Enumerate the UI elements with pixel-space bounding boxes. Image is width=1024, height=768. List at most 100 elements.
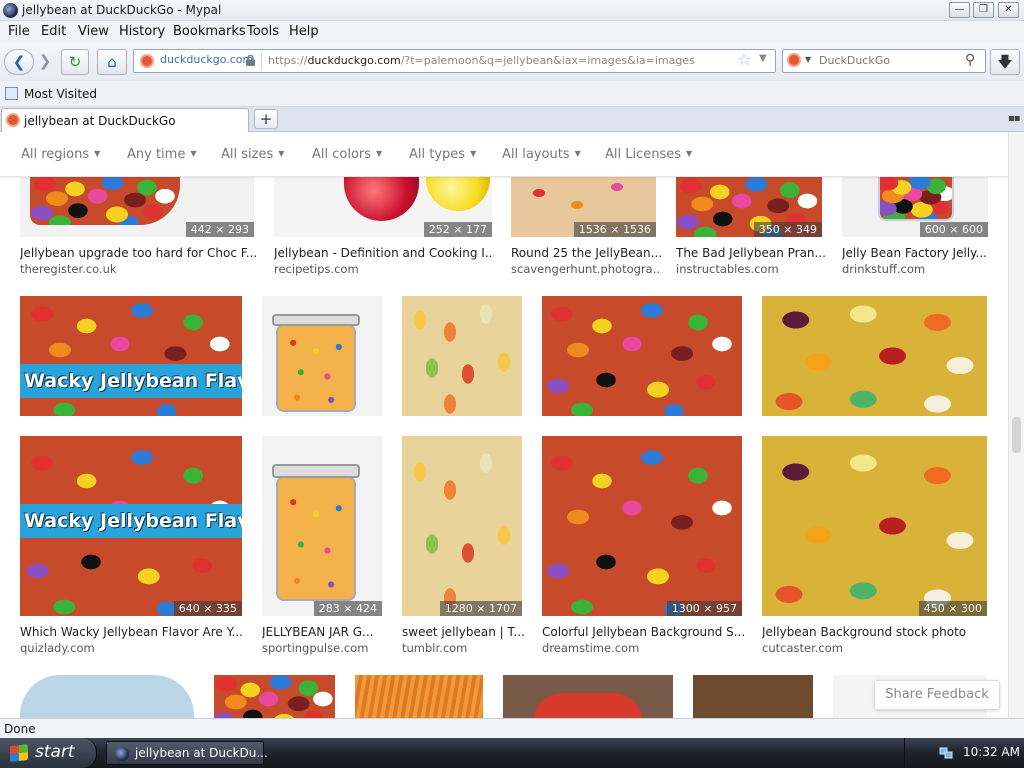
search-bar[interactable]: ▼ DuckDuckGo ⚲ (782, 49, 986, 73)
result-caption[interactable]: JELLYBEAN JAR G... (262, 625, 384, 639)
result-image[interactable]: Wacky Jellybean Flavor Are (20, 296, 242, 416)
url-dropdown-icon[interactable]: ▼ (759, 53, 767, 64)
result-source[interactable]: cutcaster.com (762, 641, 843, 655)
bookmarks-toolbar: Most Visited (0, 81, 1024, 107)
result-image[interactable] (693, 675, 813, 718)
engine-dropdown-icon[interactable]: ▼ (805, 55, 811, 64)
result-source[interactable]: instructables.com (676, 262, 779, 276)
downloads-button[interactable]: 🡇 (990, 49, 1020, 75)
result-image[interactable]: 442 × 293 (20, 177, 254, 237)
back-button[interactable]: ❮ (4, 49, 34, 75)
result-caption[interactable]: Jellybean upgrade too hard for Choc F... (20, 246, 260, 260)
result-source[interactable]: recipetips.com (274, 262, 359, 276)
menu-edit[interactable]: Edit (41, 24, 66, 39)
scrollbar-thumb[interactable] (1012, 417, 1021, 453)
result-image[interactable]: 350 × 349 (676, 177, 822, 237)
image-dimensions: 1536 × 1536 (573, 222, 656, 237)
menu-help[interactable]: Help (289, 24, 319, 39)
result-source[interactable]: quizlady.com (20, 641, 95, 655)
download-arrow-icon: 🡇 (997, 53, 1013, 71)
filter-license[interactable]: All Licenses ▼ (605, 147, 692, 162)
filter-bar: All regions ▼ Any time ▼ All sizes ▼ All co… (0, 132, 1008, 177)
close-button[interactable]: ✕ (998, 2, 1019, 18)
home-icon: ⌂ (107, 53, 117, 71)
network-icon[interactable] (939, 746, 953, 760)
result-caption[interactable]: Jellybean Background stock photo (762, 625, 992, 639)
chevron-down-icon: ▼ (278, 149, 285, 158)
result-caption[interactable]: The Bad Jellybean Pran... (676, 246, 826, 260)
reload-button[interactable]: ↻ (61, 49, 89, 75)
filter-region[interactable]: All regions ▼ (21, 147, 100, 162)
result-image[interactable]: 1536 × 1536 (511, 177, 656, 237)
menu-history[interactable]: History (119, 24, 165, 39)
minimize-button[interactable]: — (949, 2, 970, 18)
result-image[interactable] (262, 296, 382, 416)
filter-size[interactable]: All sizes ▼ (221, 147, 284, 162)
clock[interactable]: 10:32 AM (963, 745, 1020, 759)
filter-time[interactable]: Any time ▼ (127, 147, 197, 162)
reload-icon: ↻ (68, 53, 82, 71)
chevron-down-icon: ▼ (574, 149, 581, 158)
result-source[interactable]: sportingpulse.com (262, 641, 368, 655)
result-image[interactable] (355, 675, 483, 718)
home-button[interactable]: ⌂ (97, 49, 127, 75)
result-source[interactable]: drinkstuff.com (842, 262, 925, 276)
search-input[interactable]: DuckDuckGo (819, 54, 890, 67)
result-source[interactable]: theregister.co.uk (20, 262, 117, 276)
share-feedback-button[interactable]: Share Feedback (874, 680, 1000, 710)
forward-button[interactable]: ❯ (34, 49, 56, 75)
result-image[interactable]: Wacky Jellybean Flavor Are 640 × 335 (20, 436, 242, 616)
image-dimensions: 283 × 424 (313, 601, 382, 616)
result-caption[interactable]: Colorful Jellybean Background S... (542, 625, 747, 639)
maximize-button[interactable]: ❐ (973, 2, 994, 18)
result-image[interactable]: 252 × 177 (274, 177, 492, 237)
bookmark-folder-icon (5, 87, 18, 100)
result-image[interactable] (503, 675, 673, 718)
menu-bookmarks[interactable]: Bookmarks (173, 24, 246, 39)
image-dimensions: 600 × 600 (919, 222, 988, 237)
chevron-down-icon: ▼ (190, 149, 197, 158)
filter-type[interactable]: All types ▼ (409, 147, 476, 162)
image-dimensions: 1280 × 1707 (439, 601, 522, 616)
address-bar[interactable]: duckduckgo.com https://duckduckgo.com/?t… (133, 49, 776, 73)
search-engine-icon[interactable] (787, 53, 801, 67)
start-button[interactable]: start (0, 738, 97, 768)
menu-view[interactable]: View (78, 24, 109, 39)
result-image[interactable] (762, 296, 987, 416)
result-source[interactable]: tumblr.com (402, 641, 467, 655)
search-icon[interactable]: ⚲ (965, 52, 975, 68)
result-caption[interactable]: Which Wacky Jellybean Flavor Are Y... (20, 625, 242, 639)
result-image[interactable] (402, 296, 522, 416)
taskbar-item-browser[interactable]: jellybean at DuckDu... (106, 741, 268, 765)
tab-jellybean[interactable]: jellybean at DuckDuckGo (1, 108, 249, 132)
result-caption[interactable]: Jellybean - Definition and Cooking I... (274, 246, 494, 260)
bookmark-star-icon[interactable]: ☆ (737, 50, 751, 69)
result-image[interactable]: 1280 × 1707 (402, 436, 522, 616)
menu-file[interactable]: File (8, 24, 30, 39)
image-dimensions: 350 × 349 (753, 222, 822, 237)
start-label: start (35, 742, 75, 762)
result-caption[interactable]: Round 25 the JellyBean... (511, 246, 661, 260)
new-tab-button[interactable]: + (254, 109, 278, 129)
result-source[interactable]: scavengerhunt.photogra... (511, 262, 661, 276)
result-image[interactable]: 283 × 424 (262, 436, 382, 616)
result-caption[interactable]: sweet jellybean | T... (402, 625, 524, 639)
result-image[interactable]: 600 × 600 (842, 177, 988, 237)
bookmark-most-visited[interactable]: Most Visited (24, 87, 97, 101)
filter-layout[interactable]: All layouts ▼ (502, 147, 581, 162)
result-caption[interactable]: Jelly Bean Factory Jelly... (842, 246, 992, 260)
result-source[interactable]: dreamstime.com (542, 641, 639, 655)
image-dimensions: 442 × 293 (185, 222, 254, 237)
filter-color[interactable]: All colors ▼ (312, 147, 382, 162)
site-identity[interactable]: duckduckgo.com (136, 52, 262, 70)
tab-list-icon[interactable]: ▪▪ (1008, 113, 1021, 124)
result-image[interactable]: 450 × 300 (762, 436, 987, 616)
menu-tools[interactable]: Tools (247, 24, 279, 39)
url-text[interactable]: https://duckduckgo.com/?t=palemoon&q=jel… (268, 54, 695, 67)
result-image[interactable] (20, 675, 194, 718)
result-image[interactable] (214, 675, 335, 718)
result-image[interactable]: 1300 × 957 (542, 436, 742, 616)
duckduckgo-favicon-icon (140, 54, 154, 68)
page-scrollbar[interactable] (1008, 132, 1024, 718)
result-image[interactable] (542, 296, 742, 416)
